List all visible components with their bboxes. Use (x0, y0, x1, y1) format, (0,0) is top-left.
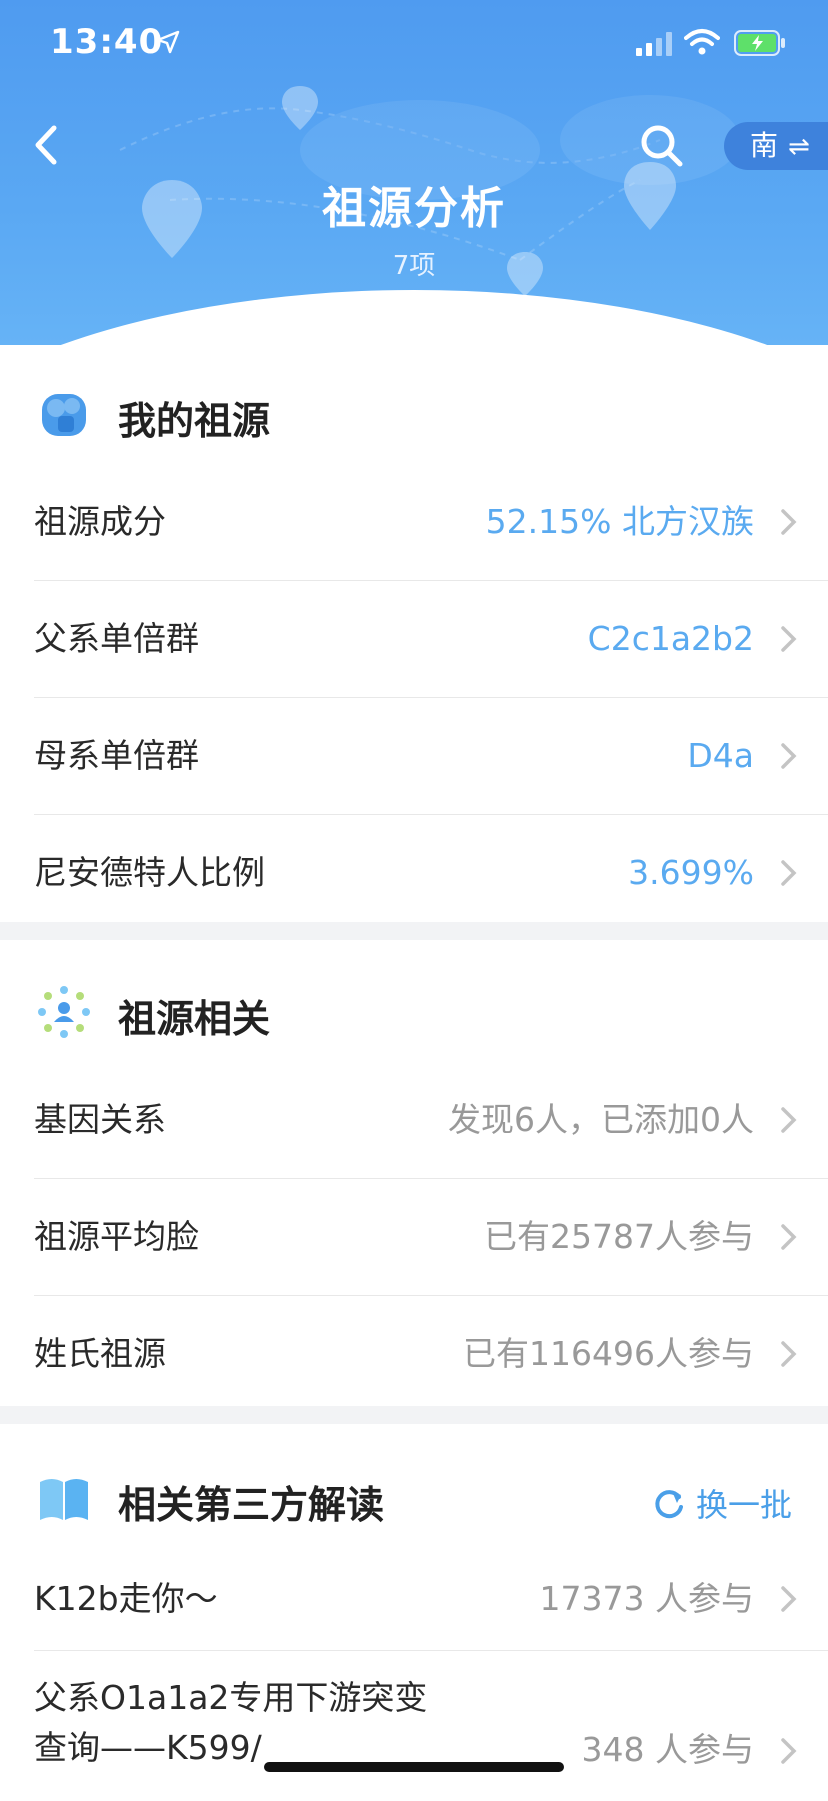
chevron-right-icon (781, 626, 797, 652)
cellular-signal-icon (636, 32, 672, 56)
chevron-left-icon (35, 125, 57, 165)
location-arrow-icon (156, 30, 180, 54)
row-value: 348 人参与 (581, 1730, 754, 1769)
section-title: 相关第三方解读 (118, 1483, 385, 1527)
chevron-right-icon (781, 860, 797, 886)
row-label: 母系单倍群 (34, 736, 199, 775)
section-divider (0, 1406, 828, 1424)
row-surname-ancestry[interactable]: 姓氏祖源 已有116496人参与 (34, 1296, 828, 1412)
section-header: 祖源相关 (0, 962, 828, 1062)
status-time: 13:40 (50, 22, 164, 62)
row-label: 姓氏祖源 (34, 1334, 166, 1373)
refresh-batch-button[interactable]: 换一批 (652, 1480, 792, 1526)
chevron-right-icon (781, 743, 797, 769)
chevron-right-icon (781, 1107, 797, 1133)
row-paternal-o1a1a2[interactable]: 父系O1a1a2专用下游突变查询——K599/ 348 人参与 (34, 1651, 828, 1801)
battery-charging-icon (734, 30, 785, 56)
row-neanderthal-ratio[interactable]: 尼安德特人比例 3.699% (34, 815, 828, 931)
row-paternal-haplogroup[interactable]: 父系单倍群 C2c1a2b2 (34, 581, 828, 698)
row-value: 52.15% 北方汉族 (485, 502, 754, 541)
search-icon (641, 125, 683, 167)
wifi-icon (684, 29, 720, 55)
row-value: D4a (687, 736, 754, 775)
status-bar: 13:40 (0, 0, 828, 90)
row-label: 基因关系 (34, 1100, 166, 1139)
chevron-right-icon (781, 1738, 797, 1764)
row-average-face[interactable]: 祖源平均脸 已有25787人参与 (34, 1179, 828, 1296)
region-switch-button[interactable]: 南 ⇌ (724, 122, 828, 170)
refresh-icon (655, 1490, 683, 1519)
third-party-section: 相关第三方解读 换一批 K12b走你～ 17373 人参与 父系O1a1a2专用… (0, 1448, 828, 1801)
chevron-right-icon (781, 1586, 797, 1612)
row-label: K12b走你～ (34, 1579, 218, 1618)
row-label: 父系O1a1a2专用下游突变查询——K599/ (34, 1678, 428, 1767)
row-label: 祖源成分 (34, 502, 166, 541)
row-k12b[interactable]: K12b走你～ 17373 人参与 (34, 1548, 828, 1651)
section-title: 祖源相关 (118, 997, 271, 1041)
open-book-icon (40, 1479, 88, 1520)
row-label: 父系单倍群 (34, 619, 199, 658)
ancestry-related-section: 祖源相关 基因关系 发现6人，已添加0人 祖源平均脸 已有25787人参与 姓氏… (0, 962, 828, 1412)
my-ancestry-section: 我的祖源 祖源成分 52.15% 北方汉族 父系单倍群 C2c1a2b2 母系单… (0, 364, 828, 931)
row-value: 已有25787人参与 (484, 1217, 754, 1256)
chevron-right-icon (781, 509, 797, 535)
row-value: 17373 人参与 (539, 1579, 754, 1618)
section-title: 我的祖源 (118, 399, 271, 443)
section-divider (0, 922, 828, 940)
home-indicator[interactable] (264, 1762, 564, 1772)
head-profile-icon (42, 394, 86, 436)
chevron-right-icon (781, 1341, 797, 1367)
row-label: 尼安德特人比例 (34, 853, 265, 892)
back-button[interactable] (24, 120, 74, 170)
chevron-right-icon (781, 1224, 797, 1250)
refresh-label: 换一批 (695, 1486, 792, 1524)
swap-arrows-icon: ⇌ (788, 132, 810, 162)
row-value: 发现6人，已添加0人 (448, 1100, 754, 1139)
section-header: 我的祖源 (0, 364, 828, 464)
row-value: C2c1a2b2 (587, 619, 754, 658)
row-genetic-relations[interactable]: 基因关系 发现6人，已添加0人 (34, 1062, 828, 1179)
row-maternal-haplogroup[interactable]: 母系单倍群 D4a (34, 698, 828, 815)
row-ancestry-composition[interactable]: 祖源成分 52.15% 北方汉族 (34, 464, 828, 581)
row-value: 已有116496人参与 (463, 1334, 754, 1373)
page-subtitle: 7项 (392, 251, 436, 281)
region-label: 南 (750, 129, 779, 162)
section-header: 相关第三方解读 换一批 (0, 1448, 828, 1548)
search-button[interactable] (636, 120, 688, 172)
row-value: 3.699% (628, 853, 754, 892)
page-title: 祖源分析 (322, 183, 506, 234)
people-network-icon (38, 986, 90, 1038)
row-label: 祖源平均脸 (34, 1217, 199, 1256)
